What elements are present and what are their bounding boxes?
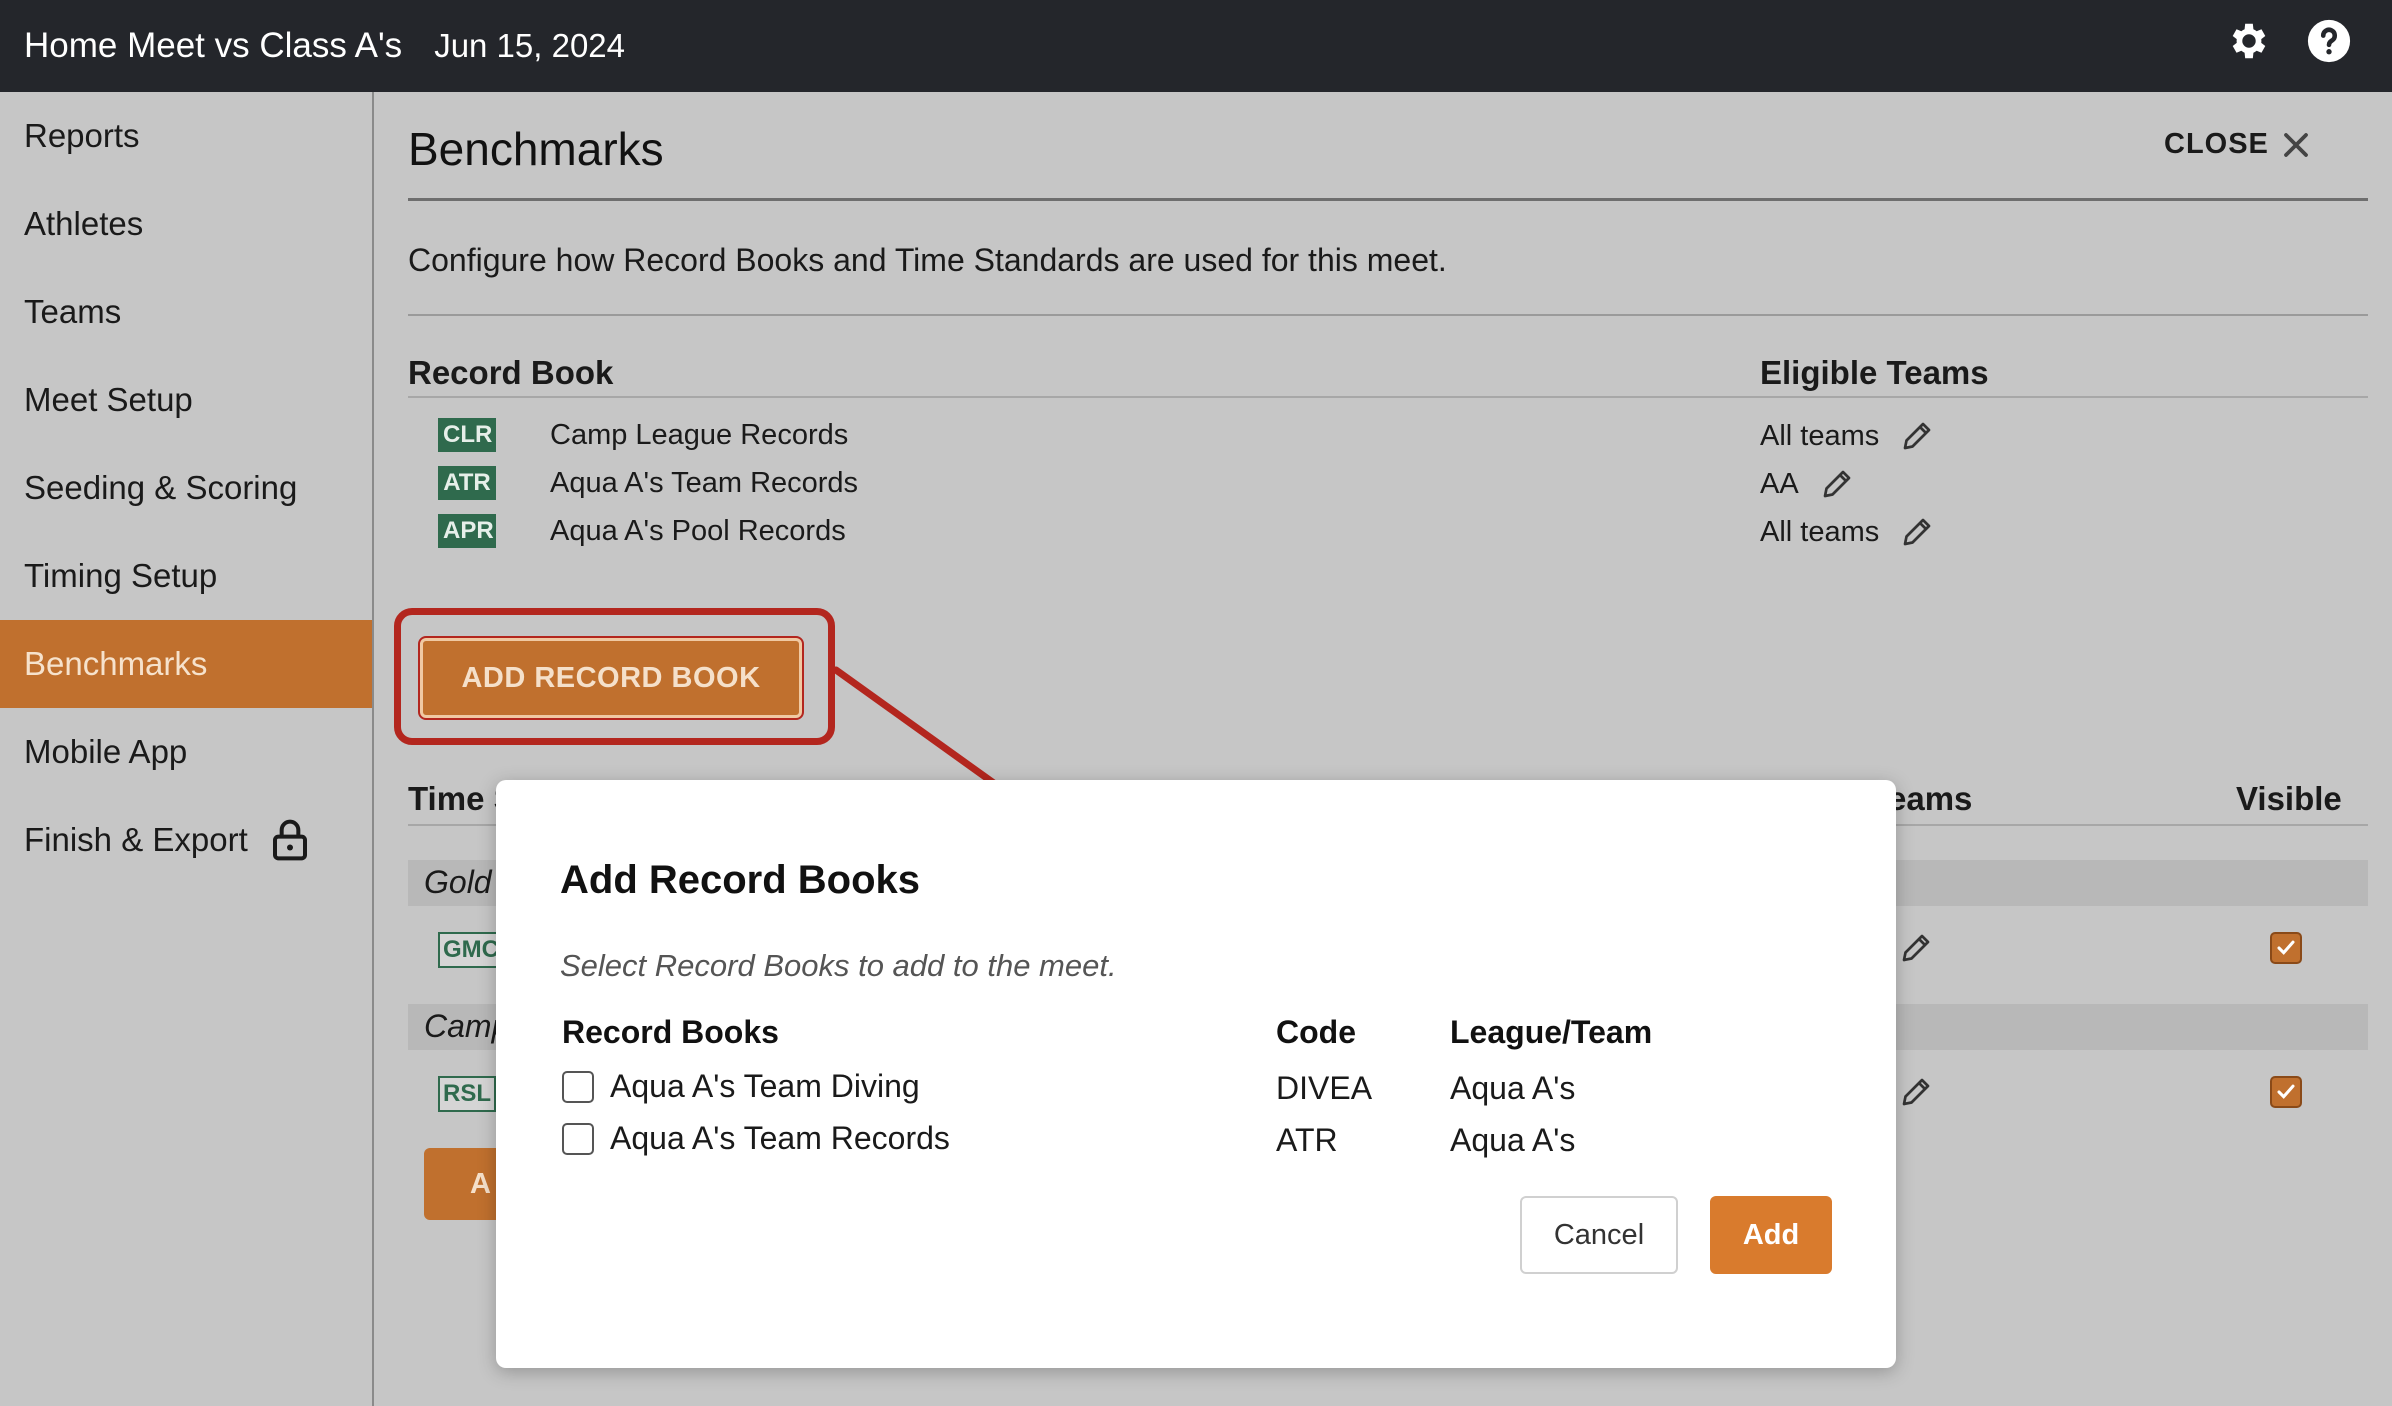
check-icon bbox=[2277, 1084, 2295, 1099]
lock-icon bbox=[272, 819, 307, 861]
record-book-option[interactable]: Aqua A's Team Diving bbox=[562, 1068, 920, 1105]
meet-title: Home Meet vs Class A's bbox=[24, 26, 403, 65]
add-button[interactable]: Add bbox=[1710, 1196, 1832, 1274]
add-record-books-dialog: Add Record Books Select Record Books to … bbox=[496, 780, 1896, 1368]
meet-date: Jun 15, 2024 bbox=[434, 27, 626, 64]
sidebar-item-mobile-app[interactable]: Mobile App bbox=[0, 708, 372, 796]
time-standard-code-badge: RSL bbox=[438, 1076, 496, 1112]
sidebar-item-teams[interactable]: Teams bbox=[0, 268, 372, 356]
record-book-code: ATR bbox=[1276, 1122, 1338, 1158]
record-book-code-badge: ATR bbox=[438, 466, 496, 500]
record-book-name: Aqua A's Team Records bbox=[550, 466, 859, 499]
top-bar: Home Meet vs Class A's Jun 15, 2024 bbox=[0, 0, 2392, 92]
eligible-teams-cell: AA bbox=[1760, 466, 1855, 502]
visible-checkbox[interactable] bbox=[2270, 1076, 2302, 1108]
sidebar-item-benchmarks[interactable]: Benchmarks bbox=[0, 620, 372, 708]
record-book-row: CLR Camp League Records bbox=[438, 418, 848, 452]
record-book-checkbox[interactable] bbox=[562, 1122, 594, 1155]
eligible-teams-cell: All teams bbox=[1760, 418, 1935, 454]
pencil-icon[interactable] bbox=[1899, 418, 1935, 454]
pencil-icon[interactable] bbox=[1819, 466, 1855, 502]
record-book-header-rule bbox=[408, 396, 2368, 398]
teams-header: eams bbox=[1888, 780, 1973, 817]
add-record-book-button[interactable]: ADD RECORD BOOK bbox=[418, 636, 804, 720]
top-bar-icons bbox=[2226, 18, 2352, 64]
page-description: Configure how Record Books and Time Stan… bbox=[408, 242, 1447, 278]
page-title: Benchmarks bbox=[408, 123, 664, 175]
help-icon[interactable] bbox=[2306, 18, 2352, 64]
column-header-league-team: League/Team bbox=[1450, 1014, 1653, 1050]
sidebar-item-meet-setup[interactable]: Meet Setup bbox=[0, 356, 372, 444]
pencil-icon[interactable] bbox=[1898, 1074, 1934, 1110]
description-divider bbox=[408, 314, 2368, 316]
pencil-icon[interactable] bbox=[1898, 930, 1934, 966]
group-label: Gold bbox=[424, 864, 492, 900]
sidebar-item-timing-setup[interactable]: Timing Setup bbox=[0, 532, 372, 620]
close-icon bbox=[2284, 132, 2308, 157]
record-book-code-badge: CLR bbox=[438, 418, 496, 452]
sidebar: Reports Athletes Teams Meet Setup Seedin… bbox=[0, 92, 374, 1406]
record-book-row: APR Aqua A's Pool Records bbox=[438, 514, 846, 548]
cancel-button[interactable]: Cancel bbox=[1520, 1196, 1678, 1274]
gear-icon[interactable] bbox=[2226, 18, 2272, 64]
sidebar-item-finish-export[interactable]: Finish & Export bbox=[0, 796, 372, 884]
check-icon bbox=[2277, 940, 2295, 955]
title-divider bbox=[408, 198, 2368, 201]
record-book-name: Aqua A's Pool Records bbox=[550, 514, 846, 547]
pencil-icon[interactable] bbox=[1899, 514, 1935, 550]
dialog-subtitle: Select Record Books to add to the meet. bbox=[560, 948, 1117, 983]
eligible-teams-cell: All teams bbox=[1760, 514, 1935, 550]
record-book-header: Record Book bbox=[408, 354, 614, 391]
dialog-title: Add Record Books bbox=[560, 858, 921, 902]
eligible-teams-header: Eligible Teams bbox=[1760, 354, 1989, 391]
time-standard-code-badge: GMC bbox=[438, 932, 504, 968]
column-header-code: Code bbox=[1276, 1014, 1356, 1050]
record-book-row: ATR Aqua A's Team Records bbox=[438, 466, 858, 500]
record-book-name: Camp League Records bbox=[550, 418, 849, 451]
record-book-team: Aqua A's bbox=[1450, 1122, 1576, 1158]
visible-header: Visible bbox=[2236, 780, 2342, 817]
sidebar-item-seeding-scoring[interactable]: Seeding & Scoring bbox=[0, 444, 372, 532]
record-book-code-badge: APR bbox=[438, 514, 496, 548]
close-button[interactable]: CLOSE bbox=[2164, 128, 2311, 161]
record-book-code: DIVEA bbox=[1276, 1070, 1373, 1106]
column-header-record-books: Record Books bbox=[562, 1014, 779, 1050]
visible-checkbox[interactable] bbox=[2270, 932, 2302, 964]
sidebar-item-athletes[interactable]: Athletes bbox=[0, 180, 372, 268]
record-book-team: Aqua A's bbox=[1450, 1070, 1576, 1106]
record-book-checkbox[interactable] bbox=[562, 1070, 594, 1103]
sidebar-item-reports[interactable]: Reports bbox=[0, 92, 372, 180]
record-book-option[interactable]: Aqua A's Team Records bbox=[562, 1120, 950, 1157]
